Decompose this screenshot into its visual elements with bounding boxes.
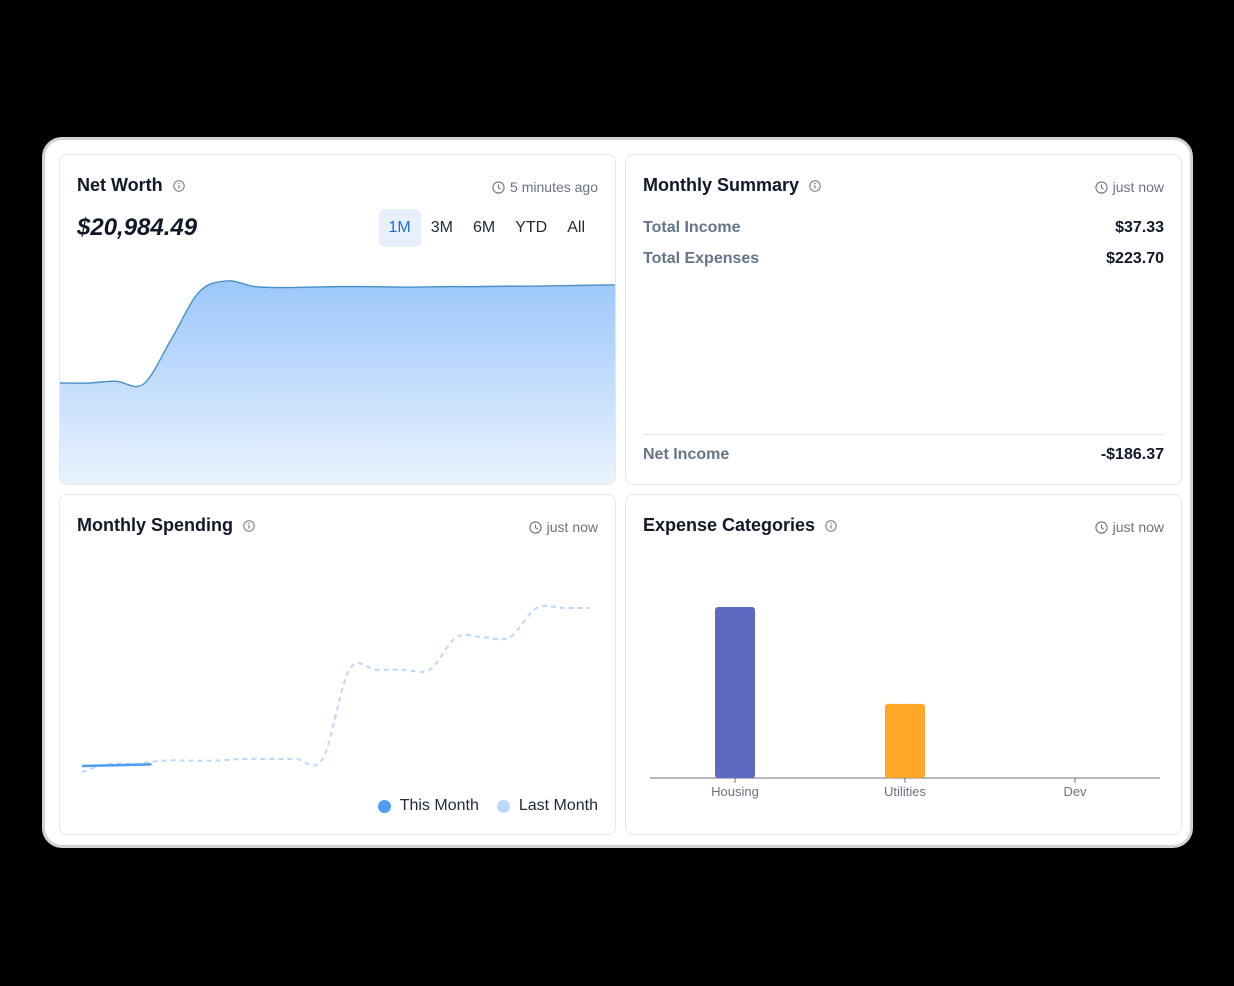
tick-label-utilities: Utilities xyxy=(884,784,926,799)
legend-this-month-swatch xyxy=(377,799,391,813)
legend-last-month-label: Last Month xyxy=(518,797,598,814)
clock-icon xyxy=(492,180,505,194)
net-income-row: Net Income -$186.37 xyxy=(643,446,1164,464)
spending-chart xyxy=(81,604,590,773)
net-worth-area xyxy=(60,280,615,484)
summary-timestamp: just now xyxy=(1094,179,1164,195)
range-tab-6m[interactable]: 6M xyxy=(463,209,505,247)
range-tab-1m[interactable]: 1M xyxy=(378,209,421,247)
net-worth-timestamp: 5 minutes ago xyxy=(492,179,598,195)
legend-this-month[interactable]: This Month xyxy=(377,797,479,815)
net-worth-title-text: Net Worth xyxy=(77,175,163,195)
total-income-value: $37.33 xyxy=(1115,219,1164,236)
summary-divider xyxy=(643,434,1164,435)
total-expenses-value: $223.70 xyxy=(1106,250,1164,267)
summary-title-text: Monthly Summary xyxy=(643,175,800,195)
tick-label-housing: Housing xyxy=(711,784,759,799)
range-tab-all[interactable]: All xyxy=(557,209,595,247)
legend-last-month-swatch xyxy=(496,799,510,813)
summary-updated: just now xyxy=(1112,179,1164,195)
total-expenses-row: Total Expenses $223.70 xyxy=(643,250,1164,268)
this-month-line xyxy=(81,763,152,768)
total-income-row: Total Income $37.33 xyxy=(643,219,1164,237)
tick-label-dev: Dev xyxy=(1063,784,1087,799)
range-tab-ytd[interactable]: YTD xyxy=(505,209,557,247)
net-income-value: -$186.37 xyxy=(1100,446,1164,463)
clock-icon xyxy=(1094,180,1108,194)
spending-legend: This Month Last Month xyxy=(360,797,598,815)
legend-this-month-label: This Month xyxy=(399,797,479,814)
expense-categories-card: Expense Categories just now Housing Utili… xyxy=(625,494,1182,835)
info-icon[interactable] xyxy=(809,179,821,192)
bar-utilities[interactable] xyxy=(885,703,925,778)
expense-categories-chart: Housing Utilities Dev xyxy=(650,607,1160,799)
bar-housing[interactable] xyxy=(715,607,755,778)
range-tab-3m[interactable]: 3M xyxy=(421,209,463,247)
legend-last-month[interactable]: Last Month xyxy=(496,797,598,815)
total-expenses-label: Total Expenses xyxy=(643,250,760,267)
monthly-spending-card: Monthly Spending just now This Month Las… xyxy=(59,494,616,835)
dashboard-frame: Net Worth 5 minutes ago $20,984.49 1M 3M 6… xyxy=(42,137,1193,848)
net-worth-title: Net Worth xyxy=(77,175,185,196)
last-month-line xyxy=(81,604,590,773)
total-income-label: Total Income xyxy=(643,219,741,236)
range-tabs: 1M 3M 6M YTD All xyxy=(378,209,595,247)
monthly-summary-card: Monthly Summary just now Total Income $3… xyxy=(625,154,1182,485)
summary-title: Monthly Summary xyxy=(643,175,821,196)
info-icon[interactable] xyxy=(172,179,185,192)
net-worth-chart xyxy=(60,280,615,484)
net-worth-value: $20,984.49 xyxy=(77,214,198,241)
net-worth-updated: 5 minutes ago xyxy=(510,179,598,195)
net-income-label: Net Income xyxy=(643,446,730,463)
net-worth-card: Net Worth 5 minutes ago $20,984.49 1M 3M 6… xyxy=(59,154,616,485)
